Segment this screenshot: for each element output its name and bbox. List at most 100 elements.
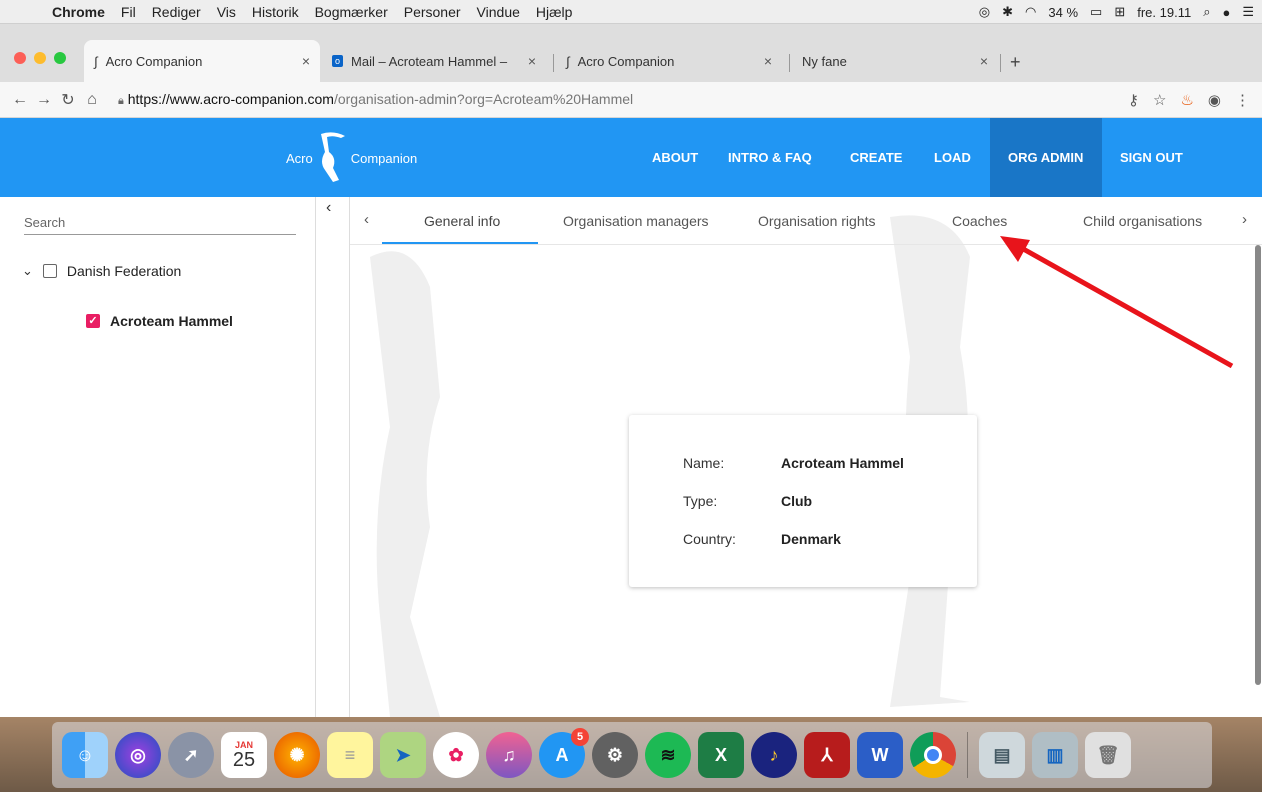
browser-tab-acro-companion[interactable]: ∫ Acro Companion × bbox=[84, 40, 320, 82]
reload-icon[interactable]: ↻ bbox=[56, 90, 80, 110]
url-bar[interactable]: 🔒︎ https://www.acro-companion.com/organi… bbox=[118, 91, 633, 108]
wifi-icon[interactable]: ◠ bbox=[1025, 4, 1036, 20]
new-tab-button[interactable]: + bbox=[1010, 52, 1021, 73]
bluetooth-icon[interactable]: ✱ bbox=[1002, 4, 1013, 20]
acrobat-reader-icon[interactable]: ⅄ bbox=[804, 732, 850, 778]
search-input[interactable] bbox=[24, 211, 296, 235]
battery-percent[interactable]: 34 % bbox=[1048, 5, 1078, 20]
word-icon[interactable]: W bbox=[857, 732, 903, 778]
nav-about[interactable]: ABOUT bbox=[640, 118, 710, 197]
menu-historik[interactable]: Historik bbox=[244, 4, 307, 20]
browser-tab-new[interactable]: Ny fane × bbox=[792, 40, 998, 82]
macos-menu-bar: Chrome Fil Rediger Vis Historik Bogmærke… bbox=[0, 0, 1262, 24]
nav-org-admin[interactable]: ORG ADMIN bbox=[990, 118, 1102, 197]
calendar-icon[interactable]: JAN 25 bbox=[221, 732, 267, 778]
calendar-day: 25 bbox=[232, 748, 256, 771]
tab-title: Acro Companion bbox=[105, 53, 203, 69]
close-tab-icon[interactable]: × bbox=[302, 53, 310, 69]
key-icon[interactable]: ⚷ bbox=[1128, 91, 1139, 109]
info-row-country: Country: Denmark bbox=[683, 531, 841, 547]
minimize-window-icon[interactable] bbox=[34, 52, 46, 64]
zoom-window-icon[interactable] bbox=[54, 52, 66, 64]
nav-create[interactable]: CREATE bbox=[838, 118, 914, 197]
close-window-icon[interactable] bbox=[14, 52, 26, 64]
collapse-sidebar-icon[interactable]: ‹ bbox=[326, 199, 331, 217]
nav-intro-faq[interactable]: INTRO & FAQ bbox=[716, 118, 824, 197]
tab-organisation-rights[interactable]: Organisation rights bbox=[758, 213, 876, 229]
close-tab-icon[interactable]: × bbox=[980, 53, 988, 69]
tabs-scroll-left-icon[interactable]: ‹ bbox=[364, 211, 369, 228]
menu-fil[interactable]: Fil bbox=[113, 4, 144, 20]
home-icon[interactable]: ⌂ bbox=[80, 91, 104, 109]
checkbox-unchecked[interactable] bbox=[42, 264, 57, 278]
document-folder-icon[interactable]: ▤ bbox=[979, 732, 1025, 778]
notification-center-icon[interactable]: ☰ bbox=[1242, 4, 1254, 20]
trash-icon[interactable]: 🗑︎ bbox=[1085, 732, 1131, 778]
launchpad-icon[interactable]: ➚ bbox=[168, 732, 214, 778]
logo-text-right: Companion bbox=[350, 150, 418, 166]
dock-separator bbox=[967, 732, 968, 778]
tabs-scroll-right-icon[interactable]: › bbox=[1242, 211, 1247, 228]
firefox-icon[interactable]: ✺ bbox=[274, 732, 320, 778]
app-header: Acro Companion ABOUT INTRO & FAQ CREATE … bbox=[0, 118, 1262, 197]
clock[interactable]: fre. 19.11 bbox=[1137, 5, 1191, 20]
maps-icon[interactable]: ➤ bbox=[380, 732, 426, 778]
browser-tab-mail[interactable]: o Mail – Acroteam Hammel – Out × bbox=[322, 40, 546, 82]
keyboard-icon[interactable]: ⊞ bbox=[1114, 4, 1125, 20]
lock-icon: 🔒︎ bbox=[118, 95, 124, 107]
menu-vindue[interactable]: Vindue bbox=[469, 4, 528, 20]
chevron-down-icon[interactable]: ⌄ bbox=[22, 263, 33, 279]
profile-icon[interactable]: ◉ bbox=[1208, 91, 1221, 109]
excel-icon[interactable]: X bbox=[698, 732, 744, 778]
close-tab-icon[interactable]: × bbox=[528, 53, 536, 69]
scrollbar-thumb[interactable] bbox=[1255, 245, 1261, 685]
bookmark-star-icon[interactable]: ☆ bbox=[1153, 91, 1166, 109]
checkbox-checked-icon[interactable]: ✓ bbox=[86, 314, 100, 328]
back-icon[interactable]: ← bbox=[8, 91, 32, 109]
app-logo[interactable]: Acro Companion bbox=[286, 128, 417, 188]
macos-dock: ☺ ◎ ➚ JAN 25 ✺ ≡ ➤ ✿ ♫ A 5 ⚙ ≋ X ♪ ⅄ W ▤… bbox=[52, 722, 1212, 788]
tab-title: Acro Companion bbox=[577, 53, 675, 69]
chrome-icon[interactable] bbox=[910, 732, 956, 778]
menu-chrome[interactable]: Chrome bbox=[44, 4, 113, 20]
siri-icon[interactable]: ● bbox=[1222, 5, 1230, 20]
sidebar-collapse-column: ‹ bbox=[316, 197, 350, 717]
window-controls bbox=[14, 52, 66, 64]
tree-item-danish-federation[interactable]: ⌄ Danish Federation bbox=[22, 263, 181, 279]
spotify-icon[interactable]: ≋ bbox=[645, 732, 691, 778]
menu-hjaelp[interactable]: Hjælp bbox=[528, 4, 581, 20]
nav-sign-out[interactable]: SIGN OUT bbox=[1108, 118, 1195, 197]
tab-organisation-managers[interactable]: Organisation managers bbox=[563, 213, 709, 229]
audacity-icon[interactable]: ♪ bbox=[751, 732, 797, 778]
siri-dock-icon[interactable]: ◎ bbox=[115, 732, 161, 778]
finder-icon[interactable]: ☺ bbox=[62, 732, 108, 778]
info-row-type: Type: Club bbox=[683, 493, 812, 509]
app-store-icon[interactable]: A 5 bbox=[539, 728, 589, 778]
photos-icon[interactable]: ✿ bbox=[433, 732, 479, 778]
creative-cloud-icon[interactable]: ◎ bbox=[979, 4, 990, 20]
menu-personer[interactable]: Personer bbox=[396, 4, 469, 20]
extension-icon[interactable]: ♨ bbox=[1180, 91, 1193, 109]
menu-bogmaerker[interactable]: Bogmærker bbox=[307, 4, 396, 20]
system-preferences-icon[interactable]: ⚙ bbox=[592, 732, 638, 778]
notes-icon[interactable]: ≡ bbox=[327, 732, 373, 778]
tab-coaches[interactable]: Coaches bbox=[952, 213, 1007, 229]
tab-child-organisations[interactable]: Child organisations bbox=[1083, 213, 1202, 229]
menu-rediger[interactable]: Rediger bbox=[144, 4, 209, 20]
excel-label: X bbox=[714, 744, 727, 765]
tab-general-info[interactable]: General info bbox=[424, 213, 500, 229]
close-tab-icon[interactable]: × bbox=[764, 53, 772, 69]
country-value: Denmark bbox=[781, 531, 841, 547]
main-scrollbar[interactable] bbox=[1254, 245, 1262, 685]
spreadsheet-file-icon[interactable]: ▥ bbox=[1032, 732, 1078, 778]
spotlight-icon[interactable]: ⌕ bbox=[1203, 4, 1210, 20]
menu-vis[interactable]: Vis bbox=[209, 4, 244, 20]
acro-favicon-icon: ∫ bbox=[566, 53, 570, 69]
browser-tab-acro-companion-2[interactable]: ∫ Acro Companion × bbox=[556, 40, 782, 82]
battery-icon[interactable]: ▭ bbox=[1090, 4, 1102, 20]
menu-kebab-icon[interactable]: ⋮ bbox=[1235, 91, 1250, 109]
tree-item-acroteam-hammel[interactable]: ✓ Acroteam Hammel bbox=[86, 313, 233, 329]
forward-icon[interactable]: → bbox=[32, 91, 56, 109]
nav-load[interactable]: LOAD bbox=[922, 118, 983, 197]
itunes-icon[interactable]: ♫ bbox=[486, 732, 532, 778]
